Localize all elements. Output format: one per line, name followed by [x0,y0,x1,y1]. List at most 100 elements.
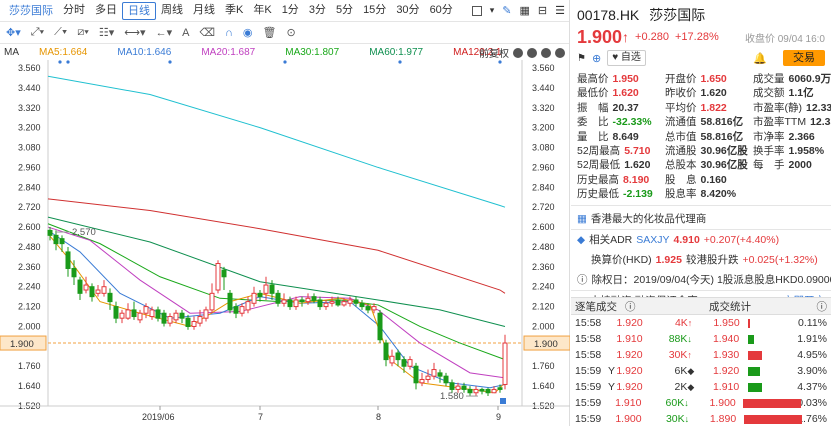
price-change-pct: +17.28% [675,31,719,43]
crosshair-icon[interactable]: ✥▾ [6,26,21,39]
stat-value: 8.420% [701,188,737,200]
period-tab-12[interactable]: 60分 [425,2,458,20]
period-toolbar: 莎莎国际 分时多日日线周线月线季K年K1分3分5分15分30分60分 ▾ ✎ ▦… [0,0,569,22]
fib-icon[interactable]: ☷▾ [99,26,114,39]
stock-name-tab[interactable]: 莎莎国际 [4,3,58,19]
pen-icon[interactable]: ✎ [502,4,511,17]
candle-body [396,353,400,360]
stat-cell: 委 比-32.33% [577,115,665,129]
stat-label: 平均价 [665,102,697,114]
candle-body [498,388,502,390]
stat-label: 成交额 [753,87,785,99]
candle-body [90,287,94,297]
stat-label: 市净率 [753,131,785,143]
trade-row: 15:591.91060K↓1.90010.03% [571,395,831,411]
chevron-down-icon[interactable]: ▾ [490,5,495,16]
dividend-label: 除权日：2019/09/04(今天) 1股派息股息HKD0.09000 [592,272,831,287]
trade-direction-icon: ◆ [687,382,699,393]
period-tab-9[interactable]: 5分 [331,2,358,20]
measure-icon[interactable]: ⟷▾ [124,26,145,39]
period-tab-7[interactable]: 1分 [277,2,304,20]
trade-button[interactable]: 交易 [783,50,825,66]
period-tab-5[interactable]: 季K [220,2,248,20]
stat-bar-fill [744,415,802,424]
candle-body [54,235,58,243]
period-tab-1[interactable]: 多日 [90,2,122,20]
candle-body [156,310,160,318]
polyline-icon[interactable]: ⟋▾ [54,26,67,39]
y-tick-left: 2.840 [18,182,41,192]
event-marker [283,60,286,63]
period-tab-2[interactable]: 日线 [122,2,156,20]
flag-icon[interactable]: ⚑ [577,53,586,64]
zoom-out-icon[interactable] [527,48,537,58]
minus-box-icon[interactable]: ⊟ [538,4,547,17]
help-icon-2[interactable]: ⓘ [817,299,828,314]
y-tick-left: 3.440 [18,83,41,93]
stat-label: 最低价 [577,87,609,99]
candle-body [120,313,124,318]
ma-value: 1.807 [314,47,339,58]
settings-icon[interactable] [555,48,565,58]
adr-icon: ◆ [577,234,585,246]
stat-cell: 总市值58.816亿 [665,130,753,144]
candle-body [354,300,358,303]
period-tab-3[interactable]: 周线 [156,2,188,20]
candle-body [372,307,376,310]
price-arrow-icon: ↑ [622,29,629,45]
list-icon[interactable]: ☰ [555,4,565,17]
ma-item-4: MA30:1.807 [285,47,339,58]
y-tick-right: 3.440 [532,83,555,93]
period-tab-11[interactable]: 30分 [391,2,424,20]
zoom-in-icon[interactable] [541,48,551,58]
y-tick-right: 3.320 [532,103,555,113]
stat-price: 1.900 [709,397,743,409]
adjust-label[interactable]: 前复权 [479,45,509,60]
event-marker [168,60,171,63]
grid-icon[interactable]: ▦ [520,4,530,17]
period-tab-8[interactable]: 3分 [304,2,331,20]
help-icon[interactable]: ⓘ [625,299,685,314]
help-icon[interactable] [513,48,523,58]
stat-bar [748,349,798,361]
square-icon[interactable] [472,6,482,16]
plus-icon[interactable]: ⊕ [592,52,601,65]
dividend-row: ⓘ 除权日：2019/09/04(今天) 1股派息股息HKD0.09000 [571,270,831,290]
eraser-icon[interactable]: ⌫ [199,26,215,39]
y-tick-right: 2.120 [532,302,555,312]
candle-body [264,285,268,293]
candle-body [378,313,382,340]
trade-time: 15:58 [575,317,608,329]
stat-cell: 成交额1.1亿 [753,86,831,100]
candle-body [66,252,70,269]
period-tab-10[interactable]: 15分 [358,2,391,20]
channel-icon[interactable]: ⧄▾ [77,26,89,39]
watchlist-button[interactable]: ♥ 自选 [607,50,646,66]
toggle-icon[interactable]: ⊙ [286,26,295,39]
company-desc-row[interactable]: ▦ 香港最大的化妆品代理商 [571,209,831,229]
stats-header[interactable]: 成交统计 [709,299,751,314]
period-tab-6[interactable]: 年K [248,2,276,20]
stat-cell: 52周最低1.620 [577,158,665,172]
stat-pct: 3.90% [797,365,827,377]
trade-direction-icon: ◆ [687,366,699,377]
arrow-left-icon[interactable]: ←▾ [156,26,173,39]
ma-label: MA30: [285,47,314,58]
hkd-row: 换算价(HKD) 1.925 较港股升跌 +0.025(+1.32%) [571,250,831,270]
adr-code[interactable]: SAXJY [636,234,669,246]
candlestick-chart[interactable]: 3.5603.5603.4403.4403.3203.3203.2003.200… [0,60,570,426]
trade-volume: 88K [644,333,687,345]
line-tool-icon[interactable]: ⤢▾ [31,26,44,39]
bell-icon[interactable]: 🔔 [753,52,767,65]
text-icon[interactable]: A [182,27,189,39]
period-tab-0[interactable]: 分时 [58,2,90,20]
eye-icon[interactable]: ◉ [243,26,253,39]
stat-price: 1.910 [713,381,748,393]
candle-body [432,370,436,377]
candle-body [222,270,226,277]
magnet-icon[interactable]: ∩ [225,27,233,39]
period-tab-4[interactable]: 月线 [188,2,220,20]
candle-body [186,318,190,326]
y-tick-right: 1.640 [532,381,555,391]
delete-icon[interactable]: 🗑 [263,26,277,39]
